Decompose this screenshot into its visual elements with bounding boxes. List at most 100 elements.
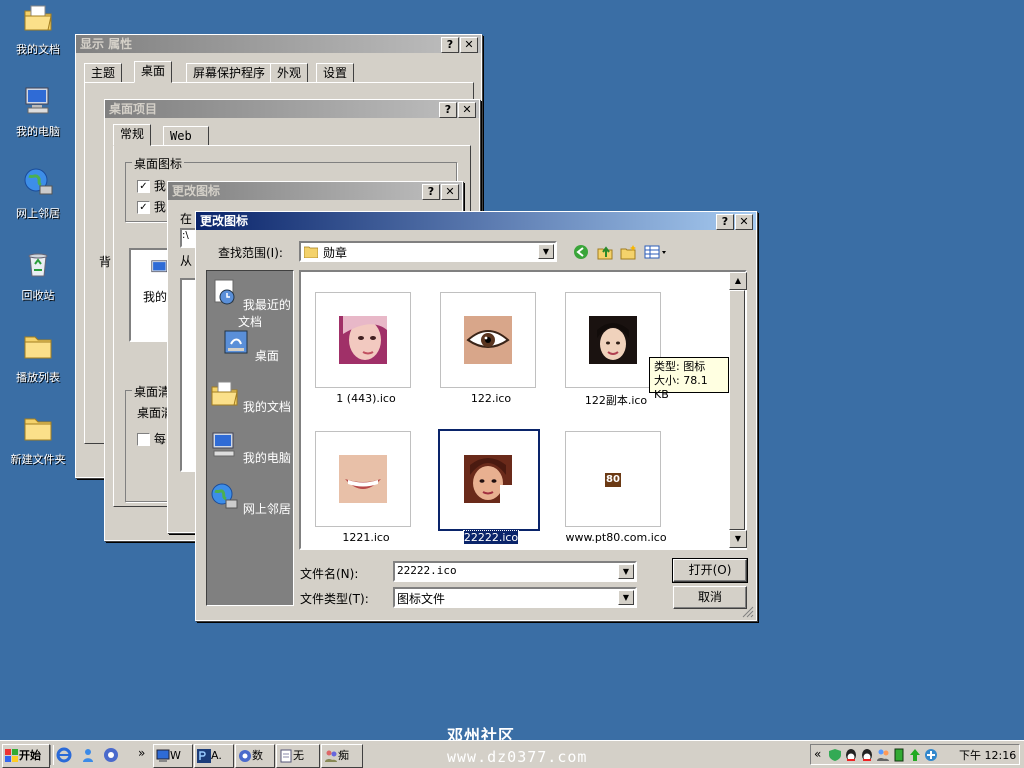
qq-icon[interactable] — [844, 748, 858, 762]
cancel-button[interactable]: 取消 — [673, 586, 747, 609]
status-square-icon[interactable] — [892, 748, 906, 762]
tab-appearance[interactable]: 外观 — [270, 63, 309, 83]
file-name[interactable]: 1221.ico — [301, 531, 431, 544]
help-button[interactable]: ? — [422, 184, 440, 200]
quicklaunch-chevron[interactable]: » — [138, 746, 145, 760]
file-thumbnail[interactable] — [315, 431, 411, 527]
scroll-up-arrow-icon[interactable]: ▲ — [729, 272, 747, 290]
task-button-w[interactable]: W — [153, 744, 193, 768]
cleanup-checkbox[interactable]: 每 — [137, 430, 166, 447]
checkbox[interactable]: ✓ — [137, 201, 150, 214]
up-folder-icon[interactable] — [597, 244, 613, 260]
tab-theme[interactable]: 主题 — [84, 63, 123, 83]
checkbox-item-2[interactable]: ✓ 我 — [137, 198, 166, 215]
chevron-down-icon[interactable]: ▼ — [538, 244, 554, 259]
checkbox[interactable] — [137, 433, 150, 446]
file-name-selected[interactable]: 22222.ico — [426, 530, 556, 545]
desktop-icon-label: 我的文档 — [16, 43, 60, 56]
title-bar: 更改图标 ? ✕ — [196, 212, 756, 230]
help-button[interactable]: ? — [716, 214, 734, 230]
checkbox[interactable]: ✓ — [137, 180, 150, 193]
scroll-down-arrow-icon[interactable]: ▼ — [729, 530, 747, 548]
desktop-icon-label: 播放列表 — [16, 371, 60, 384]
tooltip-type: 类型: 图标 — [654, 360, 706, 373]
resize-grip-icon[interactable] — [742, 606, 754, 618]
network-icon — [211, 483, 238, 509]
filename-input[interactable]: 22222.ico ▼ — [393, 561, 637, 582]
file-name[interactable]: www.pt80.com.ico — [551, 531, 681, 544]
lookin-dropdown[interactable]: 勋章 ▼ — [299, 241, 557, 262]
tray-chevron[interactable]: « — [814, 747, 821, 761]
ie-icon[interactable] — [56, 747, 72, 763]
close-button[interactable]: ✕ — [441, 184, 459, 200]
desktop-icon-label: 网上邻居 — [16, 207, 60, 220]
places-recent[interactable]: 我最近的文档 — [207, 277, 293, 330]
computer-icon — [25, 87, 49, 114]
desktop-icon-my-documents[interactable]: 我的文档 — [2, 2, 74, 57]
recent-documents-icon — [214, 279, 235, 305]
desktop-icon-recycle-bin[interactable]: 回收站 — [2, 248, 74, 303]
face-image-icon — [339, 316, 387, 364]
start-button[interactable]: 开始 — [2, 744, 50, 768]
shield-icon[interactable] — [828, 748, 842, 762]
people-icon[interactable] — [876, 748, 890, 762]
tab-desktop[interactable]: 桌面 — [134, 61, 173, 83]
places-network[interactable]: 网上邻居 — [207, 481, 293, 517]
scroll-thumb[interactable] — [729, 290, 745, 530]
media-icon[interactable] — [103, 747, 119, 763]
back-icon[interactable] — [573, 244, 589, 260]
filename-value: 22222.ico — [397, 564, 457, 577]
messenger-icon[interactable] — [80, 747, 96, 763]
close-button[interactable]: ✕ — [460, 37, 478, 53]
desktop-icon-new-folder[interactable]: 新建文件夹 — [2, 412, 74, 467]
computer-icon — [212, 432, 235, 457]
file-thumbnail-selected[interactable] — [438, 429, 540, 531]
views-menu-icon[interactable] — [644, 244, 668, 260]
desktop-icon-network[interactable]: 网上邻居 — [2, 166, 74, 221]
tab-screensaver[interactable]: 屏幕保护程序 — [186, 63, 273, 83]
folder-icon — [24, 418, 52, 441]
pt80-logo: 80 — [605, 473, 621, 487]
partial-label: 在 — [180, 212, 193, 226]
chevron-down-icon[interactable]: ▼ — [618, 590, 634, 605]
desktop-icon-playlist[interactable]: 播放列表 — [2, 330, 74, 385]
close-button[interactable]: ✕ — [735, 214, 753, 230]
filename-label: 文件名(N): — [300, 567, 359, 581]
qq-icon[interactable] — [860, 748, 874, 762]
file-thumbnail[interactable]: 80 — [565, 431, 661, 527]
help-button[interactable]: ? — [439, 102, 457, 118]
places-label: 我的文档 — [242, 400, 291, 414]
network-icon — [24, 168, 53, 195]
tab-web[interactable]: Web — [163, 126, 209, 146]
task-button-chi[interactable]: 痴 — [321, 744, 363, 768]
close-button[interactable]: ✕ — [458, 102, 476, 118]
file-name[interactable]: 1 (443).ico — [301, 392, 431, 405]
vertical-scrollbar[interactable]: ▲ ▼ — [729, 272, 747, 548]
task-button-wu[interactable]: 无 — [276, 744, 320, 768]
file-thumbnail[interactable] — [440, 292, 536, 388]
title-bar: 显示 属性 ? ✕ — [76, 35, 481, 53]
places-my-computer[interactable]: 我的电脑 — [207, 430, 293, 466]
antivirus-icon[interactable] — [924, 748, 938, 762]
clock: 下午 12:16 — [959, 749, 1017, 762]
file-name[interactable]: 122.ico — [426, 392, 556, 405]
task-button-shu[interactable]: 数 — [235, 744, 275, 768]
places-desktop[interactable]: 桌面 — [207, 328, 293, 364]
filetype-select[interactable]: 图标文件 ▼ — [393, 587, 637, 608]
people-icon — [325, 750, 337, 762]
new-folder-icon[interactable] — [620, 244, 637, 260]
tab-settings[interactable]: 设置 — [316, 63, 355, 83]
help-button[interactable]: ? — [441, 37, 459, 53]
desktop-icon-my-computer[interactable]: 我的电脑 — [2, 84, 74, 139]
file-thumbnail[interactable] — [565, 292, 661, 388]
tab-general[interactable]: 常规 — [113, 124, 152, 146]
file-list[interactable]: 1 (443).ico 122.ico 122副本.ico 1221.ico 2… — [299, 270, 747, 550]
file-thumbnail[interactable] — [315, 292, 411, 388]
chevron-down-icon[interactable]: ▼ — [618, 564, 634, 579]
open-button[interactable]: 打开(O) — [672, 558, 748, 583]
task-button-ps[interactable]: A. — [194, 744, 234, 768]
network-arrow-icon[interactable] — [908, 748, 922, 762]
places-my-documents[interactable]: 我的文档 — [207, 379, 293, 415]
checkbox-item-1[interactable]: ✓ 我 — [137, 177, 166, 194]
change-icon-dialog[interactable]: 更改图标 ? ✕ 查找范围(I): 勋章 ▼ 我最近的文档 桌面 我的文档 我的… — [195, 211, 757, 621]
